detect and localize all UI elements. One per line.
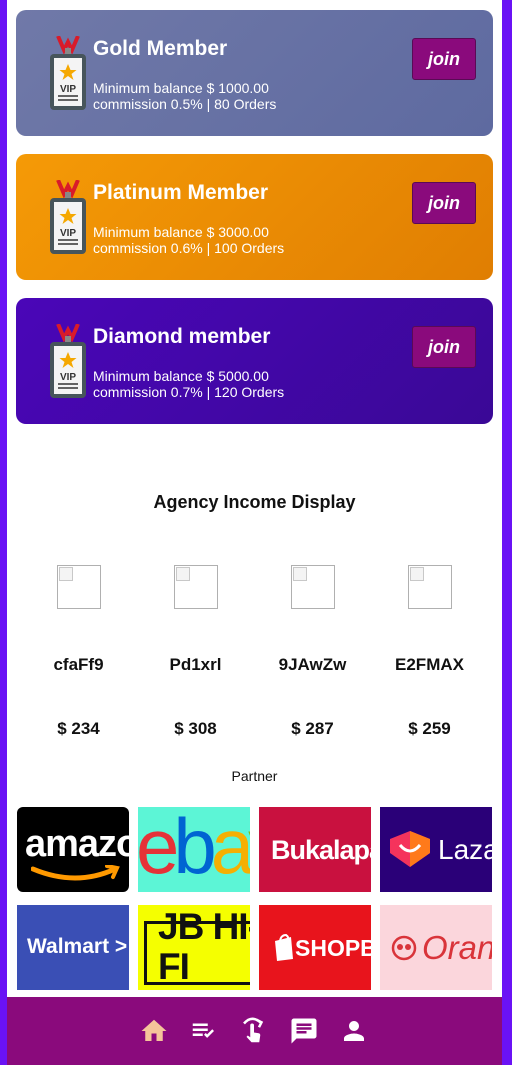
partner-logo-ebay[interactable]: ebay [138,807,250,892]
bottom-nav [7,997,502,1065]
avatar [56,565,101,609]
amazon-smile-icon [31,865,120,881]
svg-text:VIP: VIP [60,372,76,383]
partner-logo-shopbop[interactable]: SHOPBC [259,905,371,990]
agent-item: 9JAwZw $ 287 [254,565,371,739]
page: VIP Gold Member Minimum balance $ 1000.0… [7,0,502,1065]
chat-icon[interactable] [289,1016,319,1046]
profile-icon[interactable] [339,1016,369,1046]
partner-logo-jb-hi-fi[interactable]: JB HI-FI [138,905,250,990]
agent-item: Pd1xrl $ 308 [137,565,254,739]
level-title: Platinum Member [93,181,269,204]
partner-logo-text: ebay [138,807,250,890]
commission-info: commission 0.5% | 80 Orders [93,96,277,112]
order-list-icon[interactable] [189,1016,219,1046]
partner-logo-text: Bukalapa [271,835,371,865]
partner-logo-bukalapak[interactable]: Bukalapa [259,807,371,892]
join-platinum-button[interactable]: join [412,182,476,224]
tap-gesture-icon[interactable] [239,1016,269,1046]
diamond-member-card: VIP Diamond member Minimum balance $ 500… [16,298,493,424]
partner-logo-text: amazo [25,823,129,865]
platinum-member-card: VIP Platinum Member Minimum balance $ 30… [16,154,493,280]
agent-name: Pd1xrl [169,655,222,674]
agent-name: E2FMAX [395,655,464,674]
svg-text:VIP: VIP [60,228,76,239]
partner-logo-lazada[interactable]: Lazac [380,807,492,892]
vip-badge-icon: VIP [50,36,86,110]
partner-logo-amazon[interactable]: amazo [17,807,129,892]
join-diamond-button[interactable]: join [412,326,476,368]
agent-amount: $ 259 [408,719,451,738]
partner-logo-text: SHOPBC [295,935,371,961]
partner-logo-text: JB HI-FI [158,906,250,987]
svg-text:VIP: VIP [60,84,76,95]
partner-logo-text: Lazac [438,834,492,865]
level-title: Diamond member [93,325,271,348]
level-title: Gold Member [93,37,228,60]
commission-info: commission 0.6% | 100 Orders [93,240,285,256]
vip-badge-icon: VIP [50,180,86,254]
partner-label: Partner [231,768,278,784]
agent-amount: $ 308 [174,719,217,738]
partner-logo-orange[interactable]: Oran [380,905,492,990]
avatar [290,565,335,609]
join-gold-button[interactable]: join [412,38,476,80]
agent-amount: $ 234 [57,719,100,738]
gold-member-card: VIP Gold Member Minimum balance $ 1000.0… [16,10,493,136]
lazada-heart-icon [390,831,430,867]
minimum-balance: Minimum balance $ 3000.00 [93,224,269,240]
vip-badge-icon: VIP [50,324,86,398]
partner-logo-text: Oran [422,929,492,966]
partner-logo-text: Walmart > [27,935,128,958]
agent-name: cfaFf9 [53,655,104,674]
agency-income-title: Agency Income Display [153,492,356,512]
home-icon[interactable] [139,1016,169,1046]
minimum-balance: Minimum balance $ 5000.00 [93,368,269,384]
agent-name: 9JAwZw [278,655,347,674]
avatar [407,565,452,609]
orange-flower-icon [391,935,417,961]
avatar [173,565,218,609]
agent-item: cfaFf9 $ 234 [20,565,137,739]
partner-logo-walmart[interactable]: Walmart > [17,905,129,990]
commission-info: commission 0.7% | 120 Orders [93,384,285,400]
agent-item: E2FMAX $ 259 [371,565,488,739]
minimum-balance: Minimum balance $ 1000.00 [93,80,269,96]
agent-amount: $ 287 [291,719,334,738]
shopbop-bag-icon [275,933,293,961]
